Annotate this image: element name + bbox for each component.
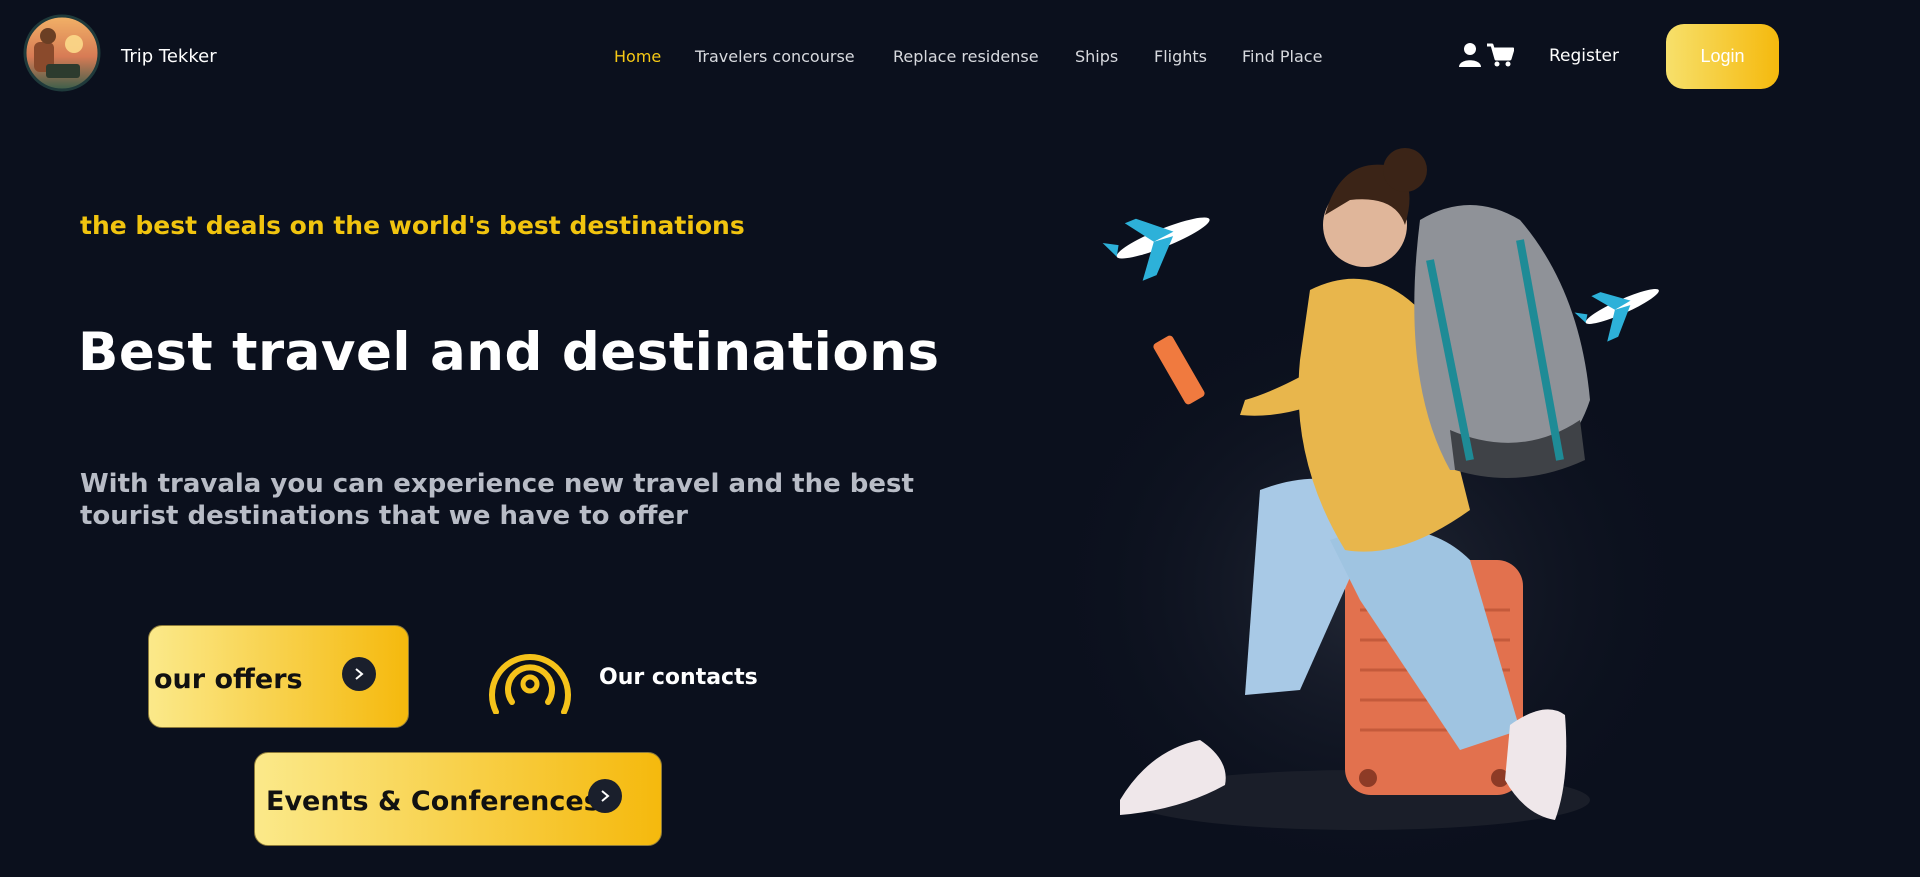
hero-tagline: the best deals on the world's best desti…	[80, 211, 745, 240]
nav-replace-residense[interactable]: Replace residense	[893, 47, 1039, 66]
cart-icon[interactable]	[1486, 42, 1514, 68]
nav-ships[interactable]: Ships	[1075, 47, 1118, 66]
our-contacts-link[interactable]: Our contacts	[599, 665, 758, 690]
user-icon[interactable]	[1458, 42, 1482, 68]
nav-find-place[interactable]: Find Place	[1242, 47, 1322, 66]
header-icons	[1458, 42, 1514, 68]
hero-headline: Best travel and destinations	[78, 322, 940, 383]
chevron-right-icon	[588, 779, 622, 813]
hero-traveler-image	[1040, 148, 1700, 860]
register-link[interactable]: Register	[1549, 46, 1619, 66]
our-offers-button[interactable]: our offers	[148, 625, 409, 728]
events-conferences-label: Events & Conferences	[266, 786, 600, 817]
brand-logo[interactable]	[22, 12, 102, 94]
nav-home[interactable]: Home	[614, 47, 661, 66]
nav-travelers-concourse[interactable]: Travelers concourse	[695, 47, 855, 66]
events-conferences-button[interactable]: Events & Conferences	[254, 752, 662, 846]
top-navbar: Trip Tekker Home Travelers concourse Rep…	[0, 0, 1920, 115]
broadcast-icon[interactable]	[488, 640, 572, 714]
nav-flights[interactable]: Flights	[1154, 47, 1207, 66]
brand-name[interactable]: Trip Tekker	[121, 46, 217, 67]
our-offers-label: our offers	[154, 664, 303, 695]
login-button[interactable]: Login	[1666, 24, 1779, 89]
hero-description: With travala you can experience new trav…	[80, 469, 914, 531]
chevron-right-icon	[342, 657, 376, 691]
